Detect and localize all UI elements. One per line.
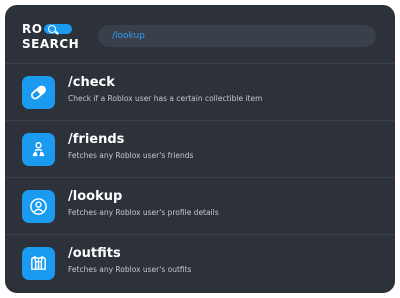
search-input-value: /lookup (112, 31, 145, 41)
logo-text-bottom: SEARCH (22, 37, 80, 51)
app-panel: RO SEARCH /lookup /check Check if a Robl… (5, 5, 395, 293)
command-name: /lookup (68, 189, 123, 204)
header: RO SEARCH /lookup (5, 5, 395, 67)
command-description: Fetches any Roblox user's profile detail… (68, 208, 219, 217)
command-item-outfits[interactable]: /outfits Fetches any Roblox user's outfi… (5, 234, 395, 292)
command-item-check[interactable]: /check Check if a Roblox user has a cert… (5, 63, 395, 121)
user-circle-icon (22, 190, 55, 223)
shirt-icon (22, 247, 55, 280)
command-description: Check if a Roblox user has a certain col… (68, 94, 263, 103)
command-description: Fetches any Roblox user's friends (68, 151, 194, 160)
search-input[interactable]: /lookup (98, 25, 376, 47)
command-item-lookup[interactable]: /lookup Fetches any Roblox user's profil… (5, 177, 395, 235)
command-description: Fetches any Roblox user's outfits (68, 265, 192, 274)
command-name: /outfits (68, 246, 121, 261)
command-name: /friends (68, 132, 125, 147)
command-item-friends[interactable]: /friends Fetches any Roblox user's frien… (5, 120, 395, 178)
logo-text-top: RO (22, 22, 43, 36)
friends-icon (22, 133, 55, 166)
logo-search-pill (44, 24, 72, 34)
magnifier-icon (48, 25, 56, 33)
pill-icon (22, 76, 55, 109)
command-name: /check (68, 75, 115, 90)
logo: RO SEARCH (22, 22, 82, 52)
